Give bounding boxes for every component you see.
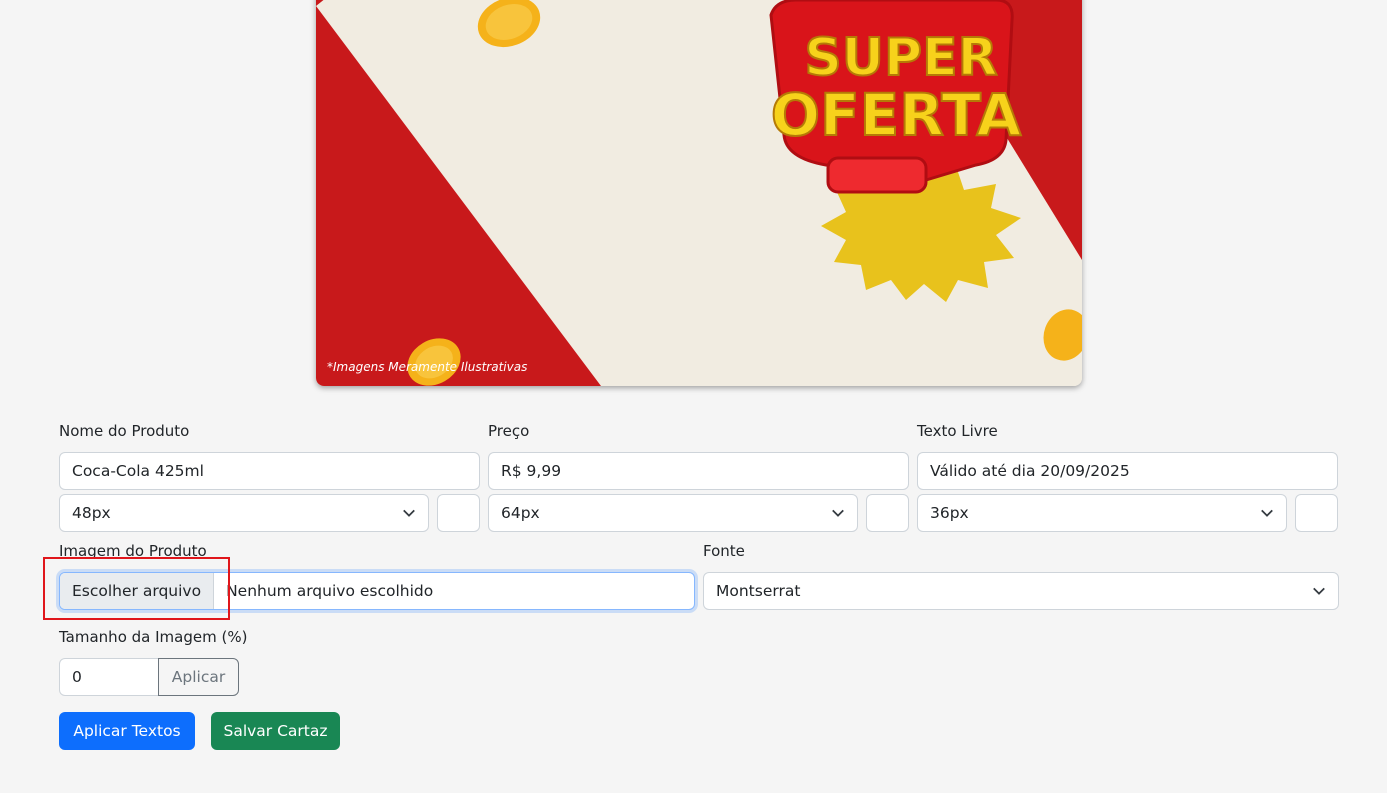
free-text-color-picker[interactable]: [1295, 494, 1338, 532]
chevron-down-icon: [1261, 509, 1273, 517]
product-image-label: Imagem do Produto: [59, 542, 207, 560]
price-size-value: 64px: [501, 504, 540, 522]
product-name-label: Nome do Produto: [59, 422, 190, 440]
apply-image-size-button[interactable]: Aplicar: [158, 658, 239, 696]
product-name-color-picker[interactable]: [437, 494, 480, 532]
price-input[interactable]: R$ 9,99: [488, 452, 909, 490]
font-select-value: Montserrat: [716, 582, 801, 600]
file-status-text: Nenhum arquivo escolhido: [226, 582, 434, 600]
chevron-down-icon: [403, 509, 415, 517]
poster-preview: SUPER OFERTA *Imagens Meramente Ilustrat…: [316, 0, 1082, 386]
product-name-size-value: 48px: [72, 504, 111, 522]
image-size-label: Tamanho da Imagem (%): [59, 628, 248, 646]
free-text-label: Texto Livre: [917, 422, 998, 440]
price-label: Preço: [488, 422, 530, 440]
chevron-down-icon: [832, 509, 844, 517]
product-image-file-input[interactable]: Escolher arquivo Nenhum arquivo escolhid…: [59, 572, 695, 610]
free-text-input[interactable]: Válido até dia 20/09/2025: [917, 452, 1338, 490]
free-text-size-select[interactable]: 36px: [917, 494, 1287, 532]
disclaimer-text: *Imagens Meramente Ilustrativas: [327, 360, 528, 374]
chevron-down-icon: [1313, 587, 1325, 595]
choose-file-button[interactable]: Escolher arquivo: [60, 573, 215, 609]
poster-artwork: SUPER OFERTA: [316, 0, 1082, 386]
product-name-size-select[interactable]: 48px: [59, 494, 429, 532]
svg-text:OFERTA: OFERTA: [771, 81, 1022, 149]
image-size-input[interactable]: 0: [59, 658, 159, 696]
price-size-select[interactable]: 64px: [488, 494, 858, 532]
apply-texts-button[interactable]: Aplicar Textos: [59, 712, 195, 750]
font-select[interactable]: Montserrat: [703, 572, 1339, 610]
product-name-input[interactable]: Coca-Cola 425ml: [59, 452, 480, 490]
font-label: Fonte: [703, 542, 745, 560]
svg-text:SUPER: SUPER: [804, 28, 997, 88]
free-text-size-value: 36px: [930, 504, 969, 522]
price-color-picker[interactable]: [866, 494, 909, 532]
save-poster-button[interactable]: Salvar Cartaz: [211, 712, 340, 750]
